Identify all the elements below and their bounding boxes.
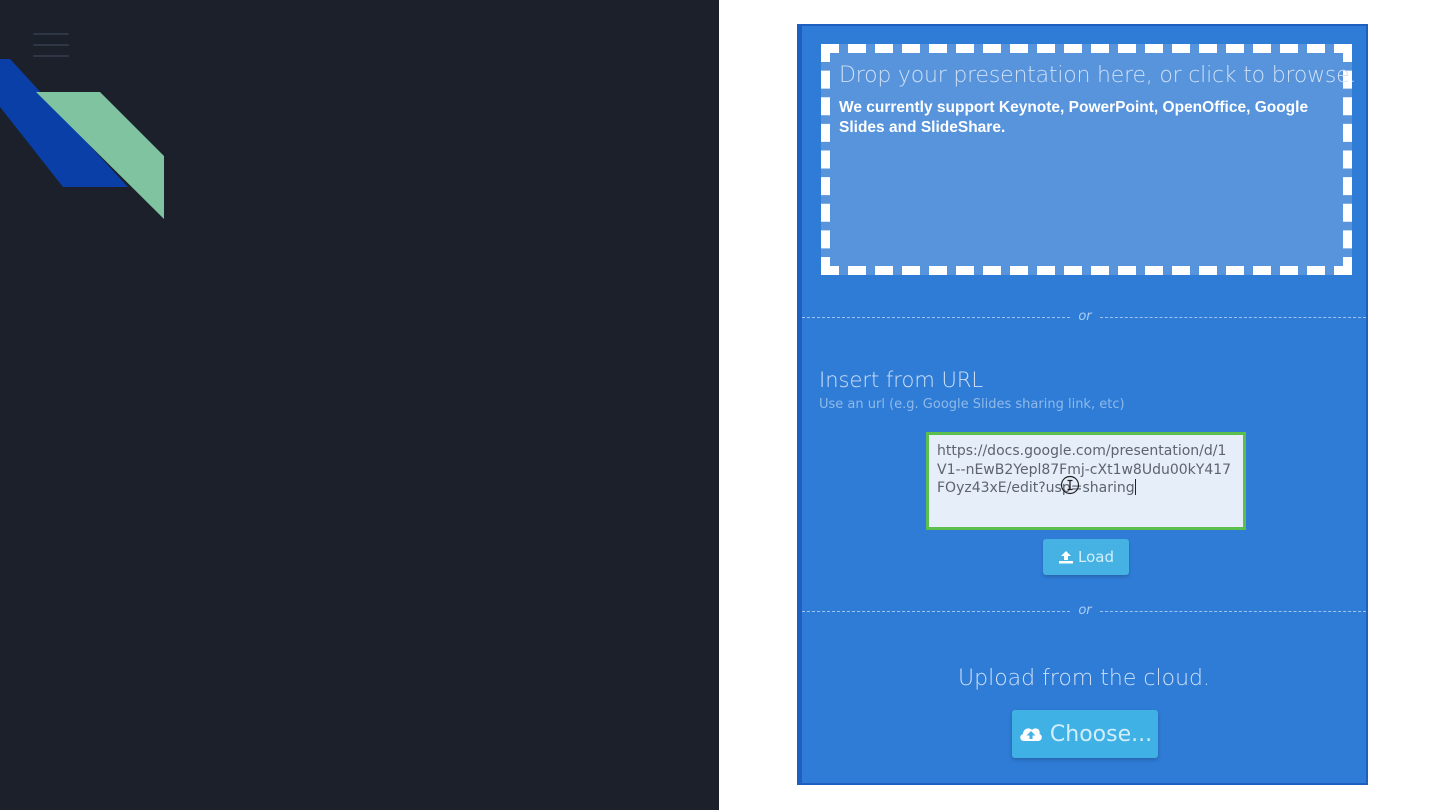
url-section-title: Insert from URL <box>819 368 984 392</box>
url-input[interactable]: https://docs.google.com/presentation/d/1… <box>926 432 1246 530</box>
left-panel <box>0 0 719 810</box>
url-section-hint: Use an url (e.g. Google Slides sharing l… <box>819 397 1125 412</box>
menu-line <box>33 44 69 46</box>
upload-icon <box>1059 551 1073 564</box>
choose-button-label: Choose... <box>1049 721 1153 747</box>
load-button-label: Load <box>1078 548 1114 566</box>
cloud-upload-icon <box>1020 728 1042 741</box>
divider-or-text: or <box>1078 309 1092 324</box>
choose-button[interactable]: Choose... <box>1012 710 1158 758</box>
cloud-section-title: Upload from the cloud. <box>958 666 1210 691</box>
or-divider: or <box>802 604 1366 618</box>
menu-line <box>33 33 69 35</box>
divider-line <box>802 317 1070 318</box>
or-divider: or <box>802 310 1366 324</box>
url-input-value: https://docs.google.com/presentation/d/1… <box>937 443 1232 496</box>
dropzone[interactable]: Drop your presentation here, or click to… <box>821 44 1357 275</box>
divider-line <box>802 611 1070 612</box>
divider-line <box>1100 317 1366 318</box>
dropzone-support-text: We currently support Keynote, PowerPoint… <box>839 99 1309 136</box>
divider-line <box>1100 611 1366 612</box>
load-button[interactable]: Load <box>1043 539 1129 575</box>
dropzone-title: Drop your presentation here, or click to… <box>839 63 1357 88</box>
upload-dialog: Drop your presentation here, or click to… <box>797 24 1368 785</box>
logo-icon <box>0 59 164 219</box>
text-caret <box>1134 479 1136 495</box>
divider-or-text: or <box>1078 603 1092 618</box>
